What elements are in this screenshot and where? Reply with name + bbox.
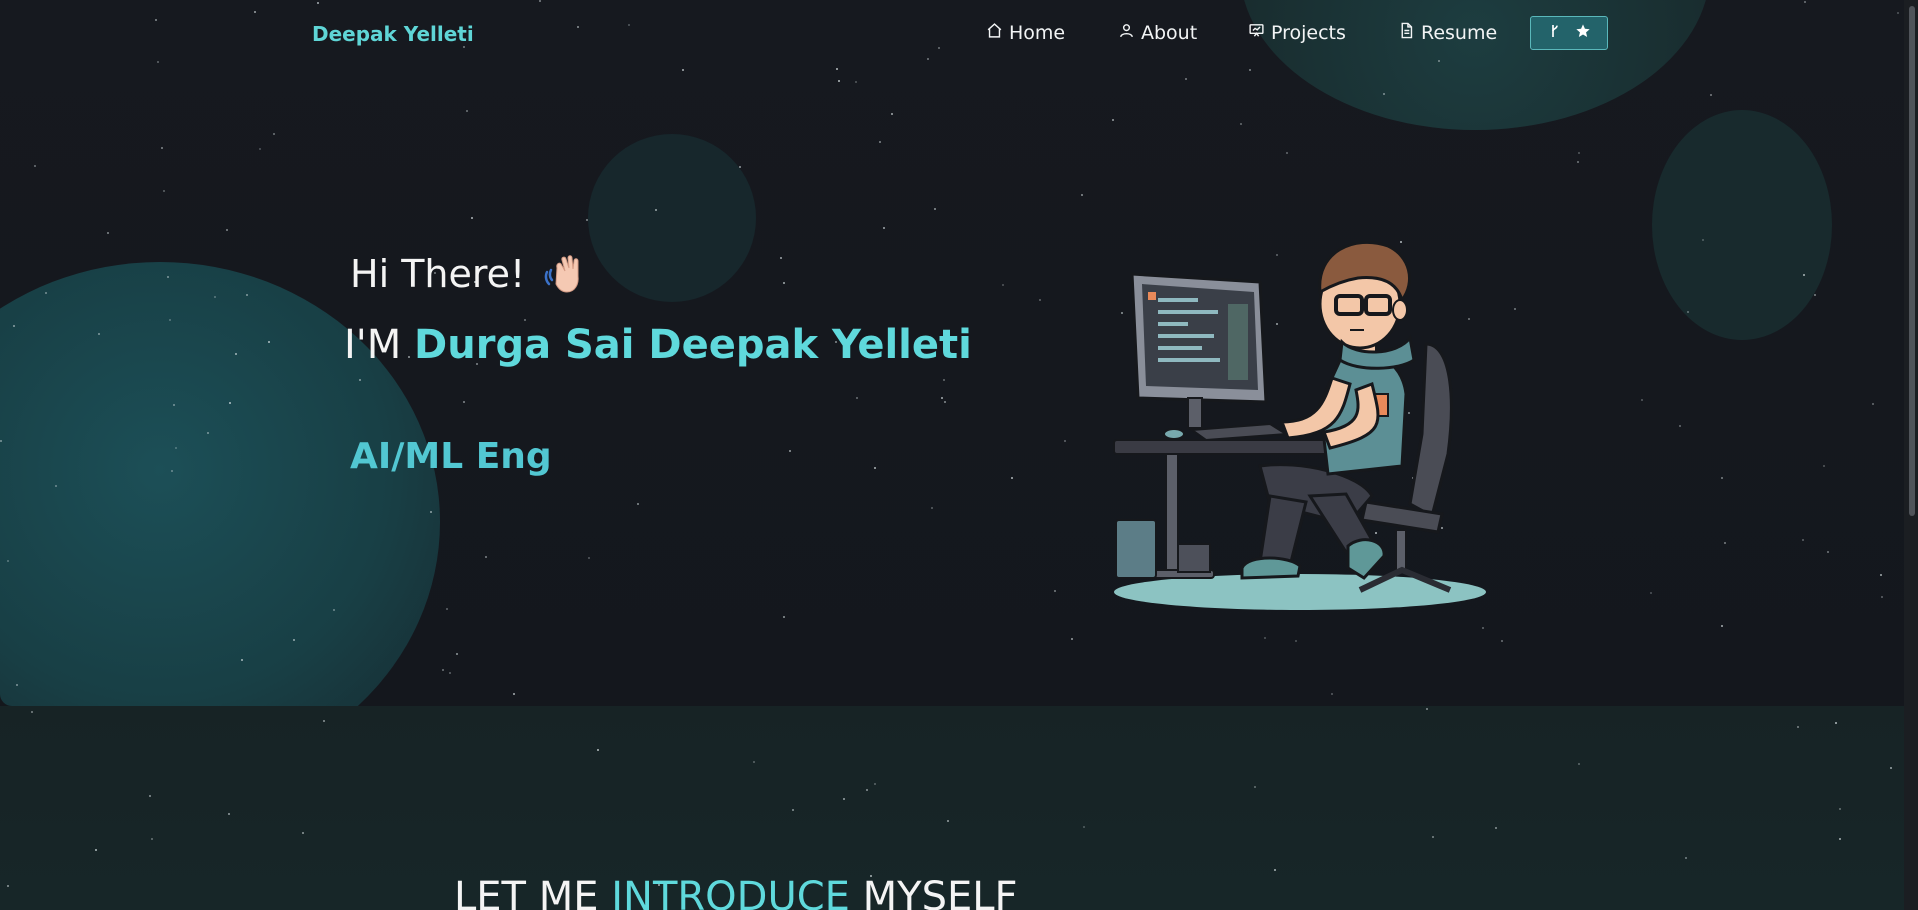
role-typewriter: AI/ML Eng xyxy=(350,436,552,477)
star-dot xyxy=(1797,726,1799,728)
star-dot xyxy=(1274,869,1276,871)
home-icon xyxy=(986,22,1003,44)
star-dot xyxy=(1432,836,1434,838)
waving-hand-icon xyxy=(541,250,589,298)
star-dot xyxy=(597,749,599,751)
section-title-suffix: MYSELF xyxy=(849,874,1018,910)
nav-about-label: About xyxy=(1141,22,1198,44)
star-dot xyxy=(1839,808,1841,810)
greeting: Hi There! xyxy=(350,250,589,298)
star-dot xyxy=(792,809,794,811)
fork-icon xyxy=(1547,23,1563,43)
navbar: Deepak Yelleti Home About Projects Resum… xyxy=(0,0,1918,68)
star-dot xyxy=(228,813,230,815)
star-dot xyxy=(323,720,325,722)
user-icon xyxy=(1118,22,1135,44)
full-name: Durga Sai Deepak Yelleti xyxy=(414,322,972,368)
star-dot xyxy=(866,789,868,791)
star-icon xyxy=(1575,23,1591,43)
nav-resume[interactable]: Resume xyxy=(1398,21,1497,45)
star-dot xyxy=(1254,786,1256,788)
nav-home[interactable]: Home xyxy=(986,21,1065,45)
star-dot xyxy=(1495,827,1497,829)
intro-prefix: I'M xyxy=(344,322,415,368)
developer-illustration xyxy=(1110,234,1494,614)
hero-section: Hi There! I'M Durga Sai Deepak Yelleti A… xyxy=(0,0,1918,706)
star-dot xyxy=(1426,708,1428,710)
intro-heading: I'M Durga Sai Deepak Yelleti xyxy=(344,322,972,368)
star-dot xyxy=(1839,838,1841,840)
star-dot xyxy=(1685,857,1687,859)
page-scrollbar[interactable] xyxy=(1904,0,1918,910)
star-dot xyxy=(1578,763,1580,765)
github-fork-star-button[interactable] xyxy=(1530,16,1608,50)
star-dot xyxy=(31,711,33,713)
star-dot xyxy=(1890,767,1892,769)
projects-icon xyxy=(1248,22,1265,44)
section-title-introduce: LET ME INTRODUCE MYSELF xyxy=(454,874,1018,910)
star-dot xyxy=(1835,722,1837,724)
star-dot xyxy=(95,849,97,851)
document-icon xyxy=(1398,22,1415,44)
star-dot xyxy=(151,838,153,840)
nav-home-label: Home xyxy=(1009,22,1066,44)
greeting-text: Hi There! xyxy=(350,252,526,296)
star-dot xyxy=(149,795,151,797)
scrollbar-thumb[interactable] xyxy=(1909,6,1915,516)
nav-projects[interactable]: Projects xyxy=(1248,21,1346,45)
nav-resume-label: Resume xyxy=(1421,22,1498,44)
section-title-prefix: LET ME xyxy=(454,874,612,910)
section-title-accent: INTRODUCE xyxy=(611,874,850,910)
star-dot xyxy=(7,885,9,887)
star-dot xyxy=(302,832,304,834)
nav-about[interactable]: About xyxy=(1118,21,1197,45)
star-dot xyxy=(1083,826,1085,828)
star-dot xyxy=(947,820,949,822)
star-dot xyxy=(843,798,845,800)
star-dot xyxy=(753,761,755,763)
nav-projects-label: Projects xyxy=(1271,22,1346,44)
star-dot xyxy=(874,783,876,785)
brand-logo[interactable]: Deepak Yelleti xyxy=(312,22,474,46)
